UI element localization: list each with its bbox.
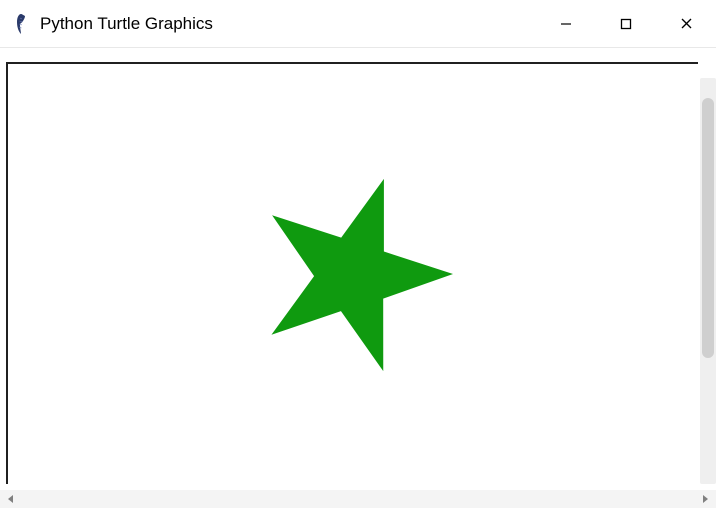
turtle-canvas[interactable] (6, 62, 698, 484)
close-button[interactable] (656, 0, 716, 47)
vertical-scrollbar-thumb[interactable] (702, 98, 714, 358)
vertical-scrollbar[interactable] (700, 78, 716, 484)
horizontal-scrollbar-track[interactable] (18, 494, 698, 504)
window-title: Python Turtle Graphics (40, 14, 536, 34)
client-area (0, 48, 716, 508)
minimize-button[interactable] (536, 0, 596, 47)
titlebar: Python Turtle Graphics (0, 0, 716, 48)
maximize-button[interactable] (596, 0, 656, 47)
window-controls (536, 0, 716, 47)
feather-icon (12, 10, 30, 38)
canvas-content (8, 64, 698, 484)
scroll-left-arrow-icon[interactable] (4, 492, 18, 506)
horizontal-scrollbar[interactable] (0, 490, 716, 508)
star-shape (243, 164, 463, 384)
scroll-right-arrow-icon[interactable] (698, 492, 712, 506)
